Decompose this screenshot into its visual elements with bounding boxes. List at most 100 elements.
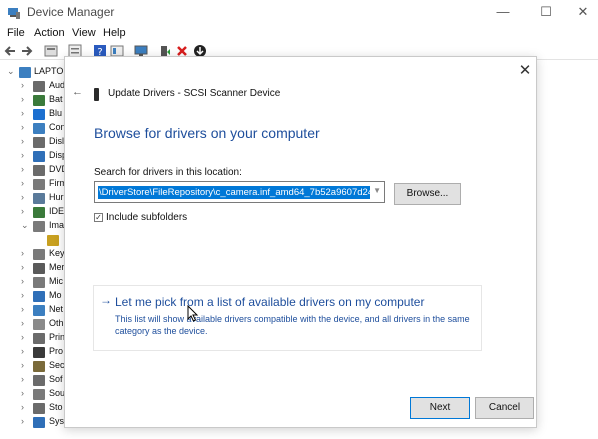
chevron-right-icon[interactable]: ›	[21, 122, 24, 132]
tree-item-label: IDE	[49, 206, 65, 216]
tree-item-label: Sto	[49, 402, 63, 412]
chevron-right-icon[interactable]: ›	[21, 276, 24, 286]
tree-item[interactable]: › Sys	[0, 416, 70, 430]
chevron-right-icon[interactable]: ›	[21, 192, 24, 202]
next-button[interactable]: Next	[410, 397, 470, 419]
tree-item-label: Disl	[49, 136, 64, 146]
chevron-right-icon[interactable]: ›	[21, 178, 24, 188]
tree-item-label: Mic	[49, 276, 63, 286]
menu-file[interactable]: File	[7, 27, 25, 39]
chevron-right-icon[interactable]: ›	[21, 206, 24, 216]
menu-help[interactable]: Help	[103, 27, 126, 39]
tree-item-label: Sof	[49, 374, 63, 384]
pick-from-list-title[interactable]: Let me pick from a list of available dri…	[115, 295, 424, 309]
device-category-icon	[33, 361, 45, 372]
tree-item[interactable]: › DVD	[0, 164, 70, 178]
tree-item[interactable]: › Sof	[0, 374, 70, 388]
maximize-button[interactable]: ☐	[535, 3, 557, 21]
menu-action[interactable]: Action	[34, 27, 65, 39]
dialog-heading: Browse for drivers on your computer	[94, 125, 320, 141]
cancel-button[interactable]: Cancel	[475, 397, 534, 419]
tree-item[interactable]: › Hur	[0, 192, 70, 206]
arrow-right-icon: →	[100, 293, 112, 307]
tree-item[interactable]: › Sou	[0, 388, 70, 402]
menu-view[interactable]: View	[72, 27, 96, 39]
back-arrow-icon[interactable]	[3, 44, 17, 58]
minimize-button[interactable]: —	[492, 3, 514, 21]
tree-item[interactable]: › Blu	[0, 108, 70, 122]
chevron-down-icon[interactable]: ⌄	[7, 66, 15, 77]
tree-item-label: Oth	[49, 318, 64, 328]
chevron-right-icon[interactable]: ›	[21, 416, 24, 426]
chevron-down-icon[interactable]: ⌄	[21, 220, 29, 231]
tree-item-label: Sou	[49, 388, 66, 398]
tree-item[interactable]: › Sec	[0, 360, 70, 374]
chevron-right-icon[interactable]: ›	[21, 150, 24, 160]
device-category-icon	[33, 277, 45, 288]
chevron-right-icon[interactable]: ›	[21, 332, 24, 342]
device-category-icon	[33, 109, 45, 120]
properties-icon[interactable]	[44, 44, 58, 58]
tree-item[interactable]: › Con	[0, 122, 70, 136]
pick-from-list-description: This list will show available drivers co…	[115, 314, 470, 336]
pick-from-list-option[interactable]: → Let me pick from a list of available d…	[93, 285, 482, 351]
chevron-down-icon[interactable]: ▼	[373, 186, 381, 195]
chevron-right-icon[interactable]: ›	[21, 164, 24, 174]
tree-item[interactable]: › Mer	[0, 262, 70, 276]
include-subfolders-checkbox[interactable]: ✓	[94, 213, 103, 222]
device-category-icon	[33, 389, 45, 400]
chevron-right-icon[interactable]: ›	[21, 248, 24, 258]
include-subfolders-label[interactable]: Include subfolders	[106, 212, 187, 223]
tree-item[interactable]: › Disp	[0, 150, 70, 164]
tree-item[interactable]: › Bat	[0, 94, 70, 108]
tree-item[interactable]: › Oth	[0, 318, 70, 332]
tree-item[interactable]: › Mic	[0, 276, 70, 290]
chevron-right-icon[interactable]: ›	[21, 374, 24, 384]
driver-path-input[interactable]: \DriverStore\FileRepository\c_camera.inf…	[94, 181, 385, 203]
tree-item[interactable]: › Prin	[0, 332, 70, 346]
chevron-right-icon[interactable]: ›	[21, 136, 24, 146]
back-button[interactable]: ←	[72, 86, 83, 98]
driver-path-value[interactable]: \DriverStore\FileRepository\c_camera.inf…	[98, 186, 370, 199]
scanner-device-icon	[94, 88, 99, 101]
chevron-right-icon[interactable]: ›	[21, 318, 24, 328]
tree-item[interactable]: › Pro	[0, 346, 70, 360]
mouse-cursor-icon	[187, 305, 199, 322]
device-category-icon	[33, 193, 45, 204]
tree-item[interactable]: › Firm	[0, 178, 70, 192]
tree-item[interactable]: › IDE	[0, 206, 70, 220]
tree-item[interactable]: › Net	[0, 304, 70, 318]
close-window-button[interactable]: ✕	[572, 3, 594, 21]
chevron-right-icon[interactable]: ›	[21, 304, 24, 314]
tree-item[interactable]: ⌄ Ima	[0, 220, 70, 234]
tree-item[interactable]: › Aud	[0, 80, 70, 94]
dialog-title: Update Drivers - SCSI Scanner Device	[108, 88, 281, 99]
device-category-icon	[33, 123, 45, 134]
chevron-right-icon[interactable]: ›	[21, 94, 24, 104]
device-category-icon	[33, 137, 45, 148]
title-bar: Device Manager — ☐ ✕	[0, 0, 598, 26]
tree-root[interactable]: ⌄ LAPTOP	[0, 66, 70, 80]
tree-item[interactable]	[0, 234, 70, 248]
chevron-right-icon[interactable]: ›	[21, 360, 24, 370]
chevron-right-icon[interactable]: ›	[21, 388, 24, 398]
chevron-right-icon[interactable]: ›	[21, 402, 24, 412]
forward-arrow-icon[interactable]	[20, 44, 34, 58]
tree-item-label: Hur	[49, 192, 64, 202]
tree-item-label: Key	[49, 248, 65, 258]
chevron-right-icon[interactable]: ›	[21, 262, 24, 272]
tree-item[interactable]: › Key	[0, 248, 70, 262]
tree-item-label: Pro	[49, 346, 64, 356]
device-category-icon	[33, 333, 45, 344]
tree-item[interactable]: › Disl	[0, 136, 70, 150]
chevron-right-icon[interactable]: ›	[21, 346, 24, 356]
browse-button[interactable]: Browse...	[394, 183, 461, 205]
device-category-icon	[33, 165, 45, 176]
dialog-close-button[interactable]: ✕	[516, 62, 534, 80]
tree-item[interactable]: › Mo	[0, 290, 70, 304]
chevron-right-icon[interactable]: ›	[21, 108, 24, 118]
chevron-right-icon[interactable]: ›	[21, 290, 24, 300]
device-category-icon	[33, 207, 45, 218]
chevron-right-icon[interactable]: ›	[21, 80, 24, 90]
tree-item[interactable]: › Sto	[0, 402, 70, 416]
